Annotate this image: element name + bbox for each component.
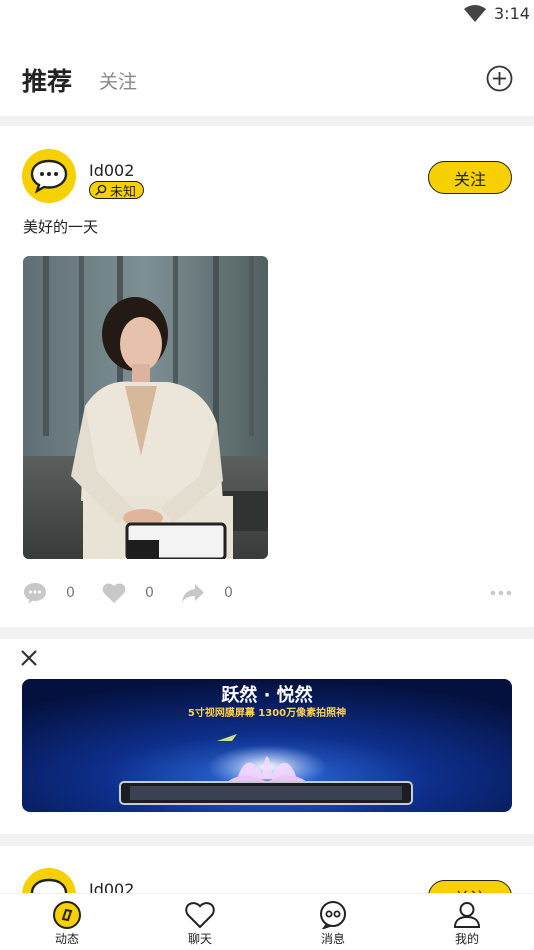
post-photo <box>23 256 268 559</box>
badge-label: 未知 <box>110 184 137 200</box>
heart-icon[interactable] <box>102 582 126 604</box>
comment-count: 0 <box>66 585 75 601</box>
nav-label-profile: 我的 <box>454 932 479 946</box>
tab-following[interactable]: 关注 <box>99 67 137 94</box>
post-username[interactable]: Id002 <box>89 161 134 180</box>
like-count: 0 <box>145 585 154 601</box>
section-divider <box>0 116 534 126</box>
chat-bubble-icon <box>30 159 68 194</box>
avatar[interactable] <box>22 149 76 203</box>
close-icon[interactable] <box>19 648 39 668</box>
section-divider <box>0 834 534 846</box>
bottom-nav: 动态 聊天 消息 我的 <box>0 893 534 950</box>
ad-subline: 5寸视网膜屏幕 1300万像素拍照神 <box>187 708 347 719</box>
nav-label-messages: 消息 <box>320 932 345 946</box>
nav-label-chat: 聊天 <box>187 932 212 946</box>
share-icon[interactable] <box>181 582 205 604</box>
share-count: 0 <box>224 585 233 601</box>
ad-banner[interactable]: 跃然 · 悦然 5寸视网膜屏幕 1300万像素拍照神 <box>22 679 512 812</box>
tab-recommend[interactable]: 推荐 <box>22 62 72 98</box>
feed-icon <box>53 901 81 929</box>
message-icon <box>320 901 346 929</box>
add-post-button[interactable] <box>486 65 513 92</box>
section-divider <box>0 627 534 639</box>
status-badge: 未知 <box>89 181 145 200</box>
status-time: 3:14 <box>494 4 530 23</box>
comment-icon[interactable] <box>23 582 47 604</box>
nav-label-feed: 动态 <box>54 932 79 946</box>
nav-item-chat[interactable]: 聊天 <box>133 894 267 950</box>
post-caption: 美好的一天 <box>23 218 99 236</box>
heart-icon <box>185 902 215 929</box>
search-icon <box>95 184 107 196</box>
profile-icon <box>453 902 481 928</box>
post-image[interactable] <box>23 256 268 559</box>
nav-item-profile[interactable]: 我的 <box>400 894 534 950</box>
more-options-icon[interactable] <box>490 589 512 597</box>
nav-item-feed[interactable]: 动态 <box>0 894 134 950</box>
follow-button[interactable]: 关注 <box>428 161 512 194</box>
status-bar: 3:14 <box>0 0 534 28</box>
wifi-icon <box>464 5 486 22</box>
nav-item-messages[interactable]: 消息 <box>266 894 400 950</box>
